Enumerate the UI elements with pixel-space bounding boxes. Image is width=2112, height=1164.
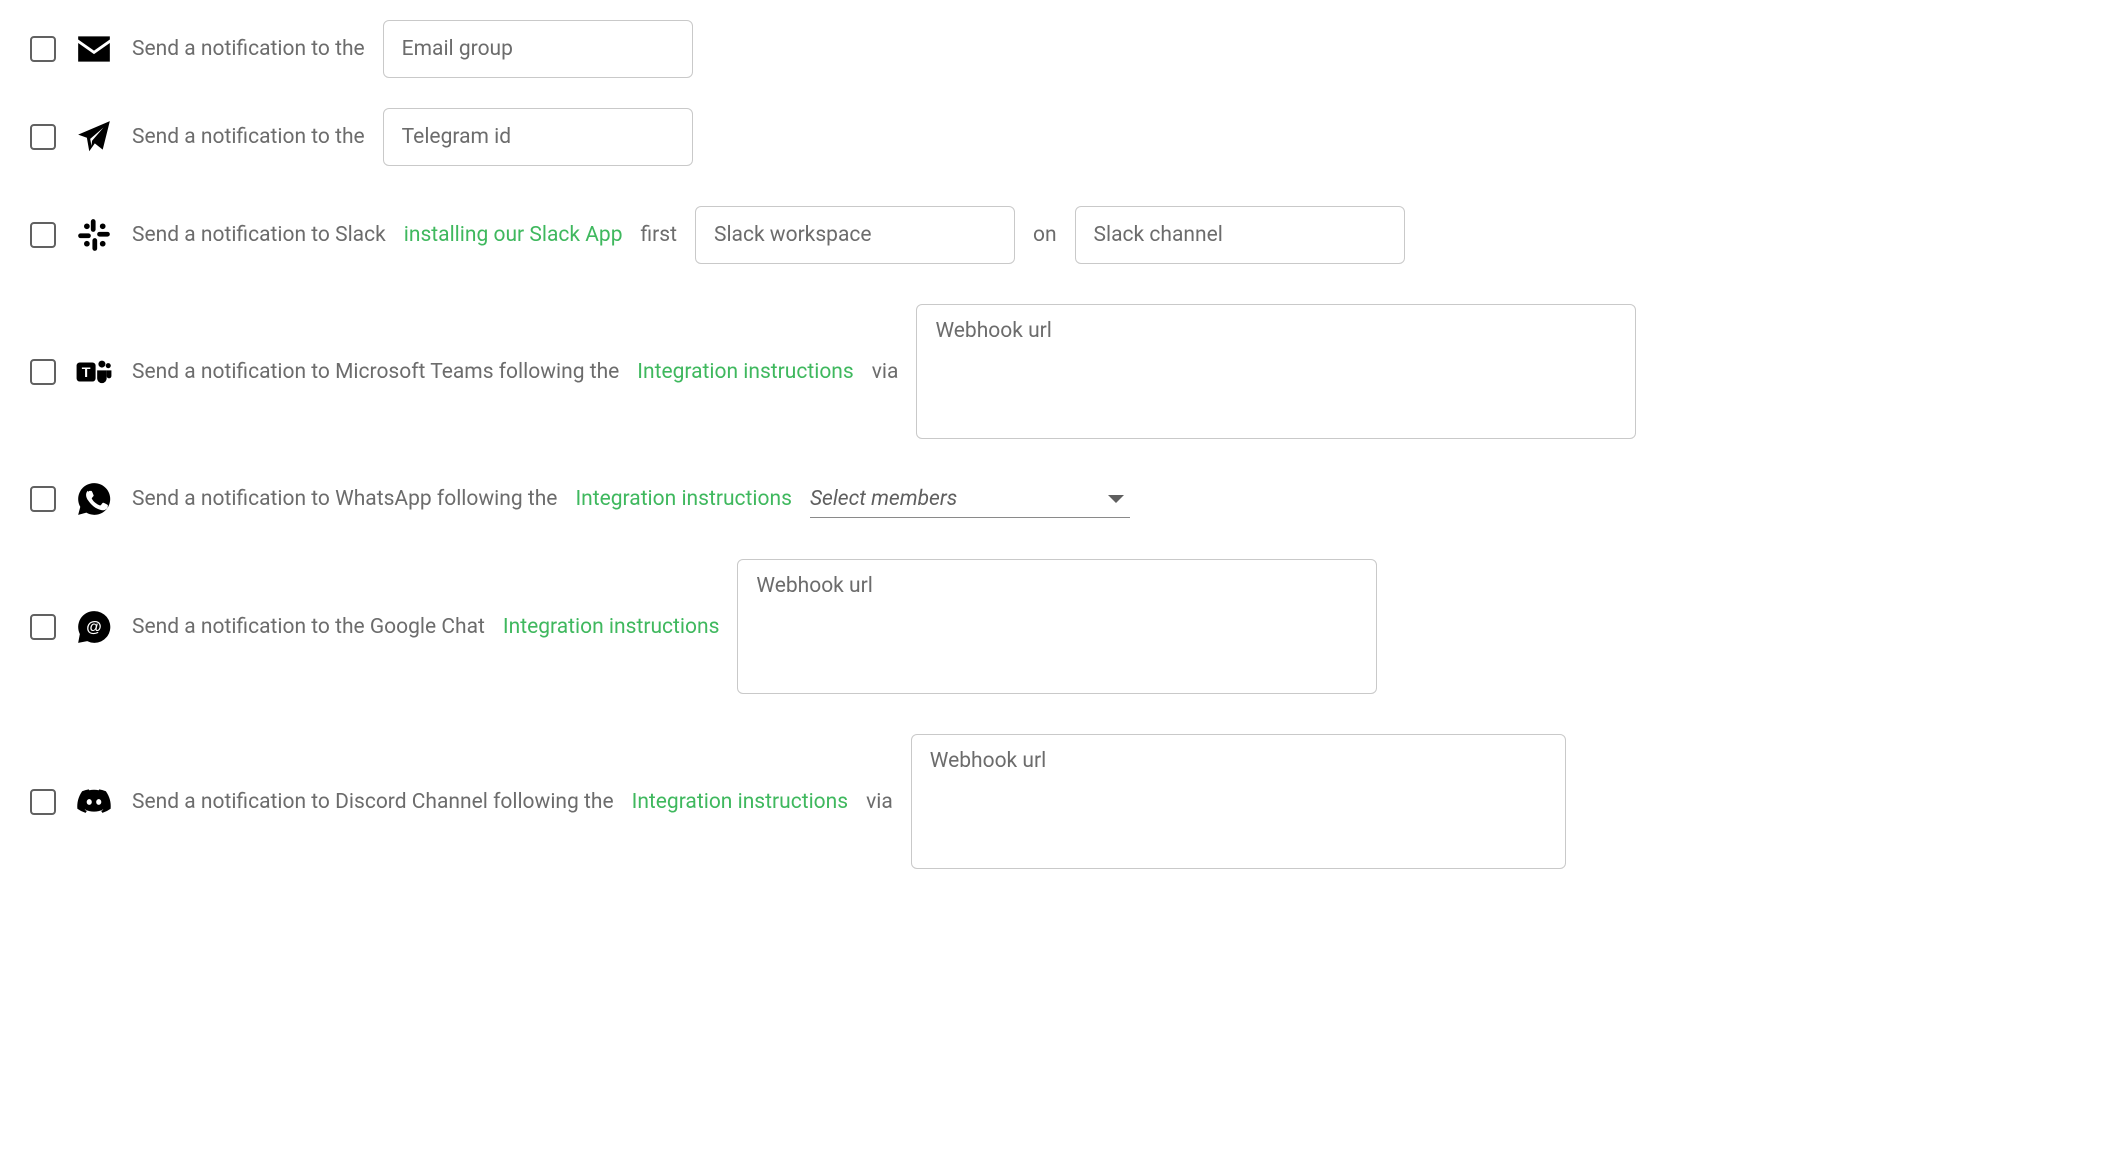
discord-icon	[74, 782, 114, 822]
slack-channel-input[interactable]	[1075, 206, 1405, 264]
teams-checkbox[interactable]	[30, 359, 56, 385]
discord-checkbox[interactable]	[30, 789, 56, 815]
email-group-input[interactable]	[383, 20, 693, 78]
slack-workspace-input[interactable]	[695, 206, 1015, 264]
chevron-down-icon	[1108, 495, 1124, 503]
telegram-row: Send a notification to the	[30, 108, 2082, 166]
email-icon	[74, 29, 114, 69]
gchat-label-pre: Send a notification to the Google Chat	[132, 615, 485, 639]
discord-label-pre: Send a notification to Discord Channel f…	[132, 790, 614, 814]
slack-label-pre: Send a notification to Slack	[132, 223, 386, 247]
whatsapp-select-placeholder: Select members	[810, 487, 957, 511]
telegram-id-input[interactable]	[383, 108, 693, 166]
telegram-label: Send a notification to the	[132, 125, 365, 149]
telegram-checkbox[interactable]	[30, 124, 56, 150]
discord-webhook-input[interactable]	[911, 734, 1566, 869]
slack-checkbox[interactable]	[30, 222, 56, 248]
telegram-icon	[74, 117, 114, 157]
teams-instructions-link[interactable]: Integration instructions	[637, 360, 853, 384]
slack-label-post: first	[641, 223, 677, 247]
gchat-webhook-input[interactable]	[737, 559, 1377, 694]
whatsapp-label-pre: Send a notification to WhatsApp followin…	[132, 487, 557, 511]
teams-icon: T	[74, 352, 114, 392]
email-checkbox[interactable]	[30, 36, 56, 62]
discord-row: Send a notification to Discord Channel f…	[30, 734, 2082, 869]
svg-text:T: T	[82, 364, 91, 380]
teams-label-pre: Send a notification to Microsoft Teams f…	[132, 360, 619, 384]
gchat-checkbox[interactable]	[30, 614, 56, 640]
slack-install-link[interactable]: installing our Slack App	[404, 223, 623, 247]
svg-text:@: @	[86, 618, 101, 635]
gchat-instructions-link[interactable]: Integration instructions	[503, 615, 719, 639]
slack-icon	[74, 215, 114, 255]
teams-row: T Send a notification to Microsoft Teams…	[30, 304, 2082, 439]
teams-webhook-input[interactable]	[916, 304, 1636, 439]
discord-label-post: via	[866, 790, 893, 814]
google-chat-icon: @	[74, 607, 114, 647]
whatsapp-icon	[74, 479, 114, 519]
discord-instructions-link[interactable]: Integration instructions	[632, 790, 848, 814]
whatsapp-members-select[interactable]: Select members	[810, 481, 1130, 518]
slack-connector: on	[1033, 223, 1057, 247]
gchat-row: @ Send a notification to the Google Chat…	[30, 559, 2082, 694]
teams-label-post: via	[872, 360, 899, 384]
email-label: Send a notification to the	[132, 37, 365, 61]
whatsapp-checkbox[interactable]	[30, 486, 56, 512]
whatsapp-instructions-link[interactable]: Integration instructions	[575, 487, 791, 511]
whatsapp-row: Send a notification to WhatsApp followin…	[30, 479, 2082, 519]
slack-row: Send a notification to Slack installing …	[30, 206, 2082, 264]
email-row: Send a notification to the	[30, 20, 2082, 78]
